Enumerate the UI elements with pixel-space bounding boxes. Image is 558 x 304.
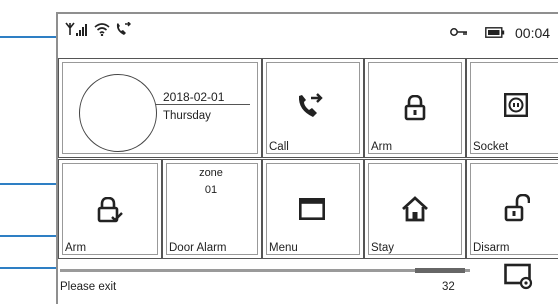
padlock-check-icon [97, 197, 123, 223]
signal-bars-icon [76, 24, 87, 36]
socket-label: Socket [473, 141, 509, 153]
countdown-progress-fill [415, 268, 465, 273]
padlock-open-icon [504, 194, 530, 222]
screen-frame [56, 12, 558, 304]
menu-label: Menu [269, 242, 298, 254]
zone-info: zone 01 [164, 165, 258, 199]
weekday-label: Thursday [163, 110, 211, 122]
home-icon [402, 196, 428, 222]
arm-top-label: Arm [371, 141, 393, 153]
wifi-icon [94, 23, 110, 36]
zone-number: 01 [204, 184, 218, 196]
countdown-value: 32 [442, 281, 455, 293]
disarm-label: Disarm [473, 242, 510, 254]
disarm-tile[interactable]: Disarm [466, 159, 558, 259]
callout-line-status [0, 36, 58, 38]
padlock-closed-icon [404, 95, 426, 121]
clock-face [79, 74, 157, 152]
countdown-progress-bar [60, 268, 470, 273]
date-divider [155, 104, 250, 105]
callout-line-footer [0, 267, 58, 269]
exit-message: Please exit [60, 281, 117, 293]
door-alarm-label: Door Alarm [169, 242, 227, 254]
call-label: Call [269, 141, 289, 153]
stay-tile[interactable]: Stay [364, 159, 466, 259]
screen-settings-icon[interactable] [504, 261, 534, 291]
call-forward-icon [116, 22, 131, 35]
stay-label: Stay [371, 242, 395, 254]
arm-tile-bottom[interactable]: Arm [58, 159, 162, 259]
status-bar [58, 14, 558, 54]
antenna-icon [65, 22, 75, 35]
call-tile[interactable]: Call [262, 58, 364, 158]
socket-tile[interactable]: Socket [466, 58, 558, 158]
phone-call-icon [298, 93, 323, 117]
window-icon [299, 198, 325, 220]
arm-tile-top[interactable]: Arm [364, 58, 466, 158]
zone-label: zone [199, 167, 223, 179]
menu-tile[interactable]: Menu [262, 159, 364, 259]
status-time: 00:04 [515, 25, 551, 41]
battery-icon [485, 27, 505, 38]
power-socket-icon [504, 93, 528, 117]
arm-bottom-label: Arm [65, 242, 87, 254]
key-icon [450, 28, 467, 36]
date-label: 2018-02-01 [163, 90, 225, 104]
